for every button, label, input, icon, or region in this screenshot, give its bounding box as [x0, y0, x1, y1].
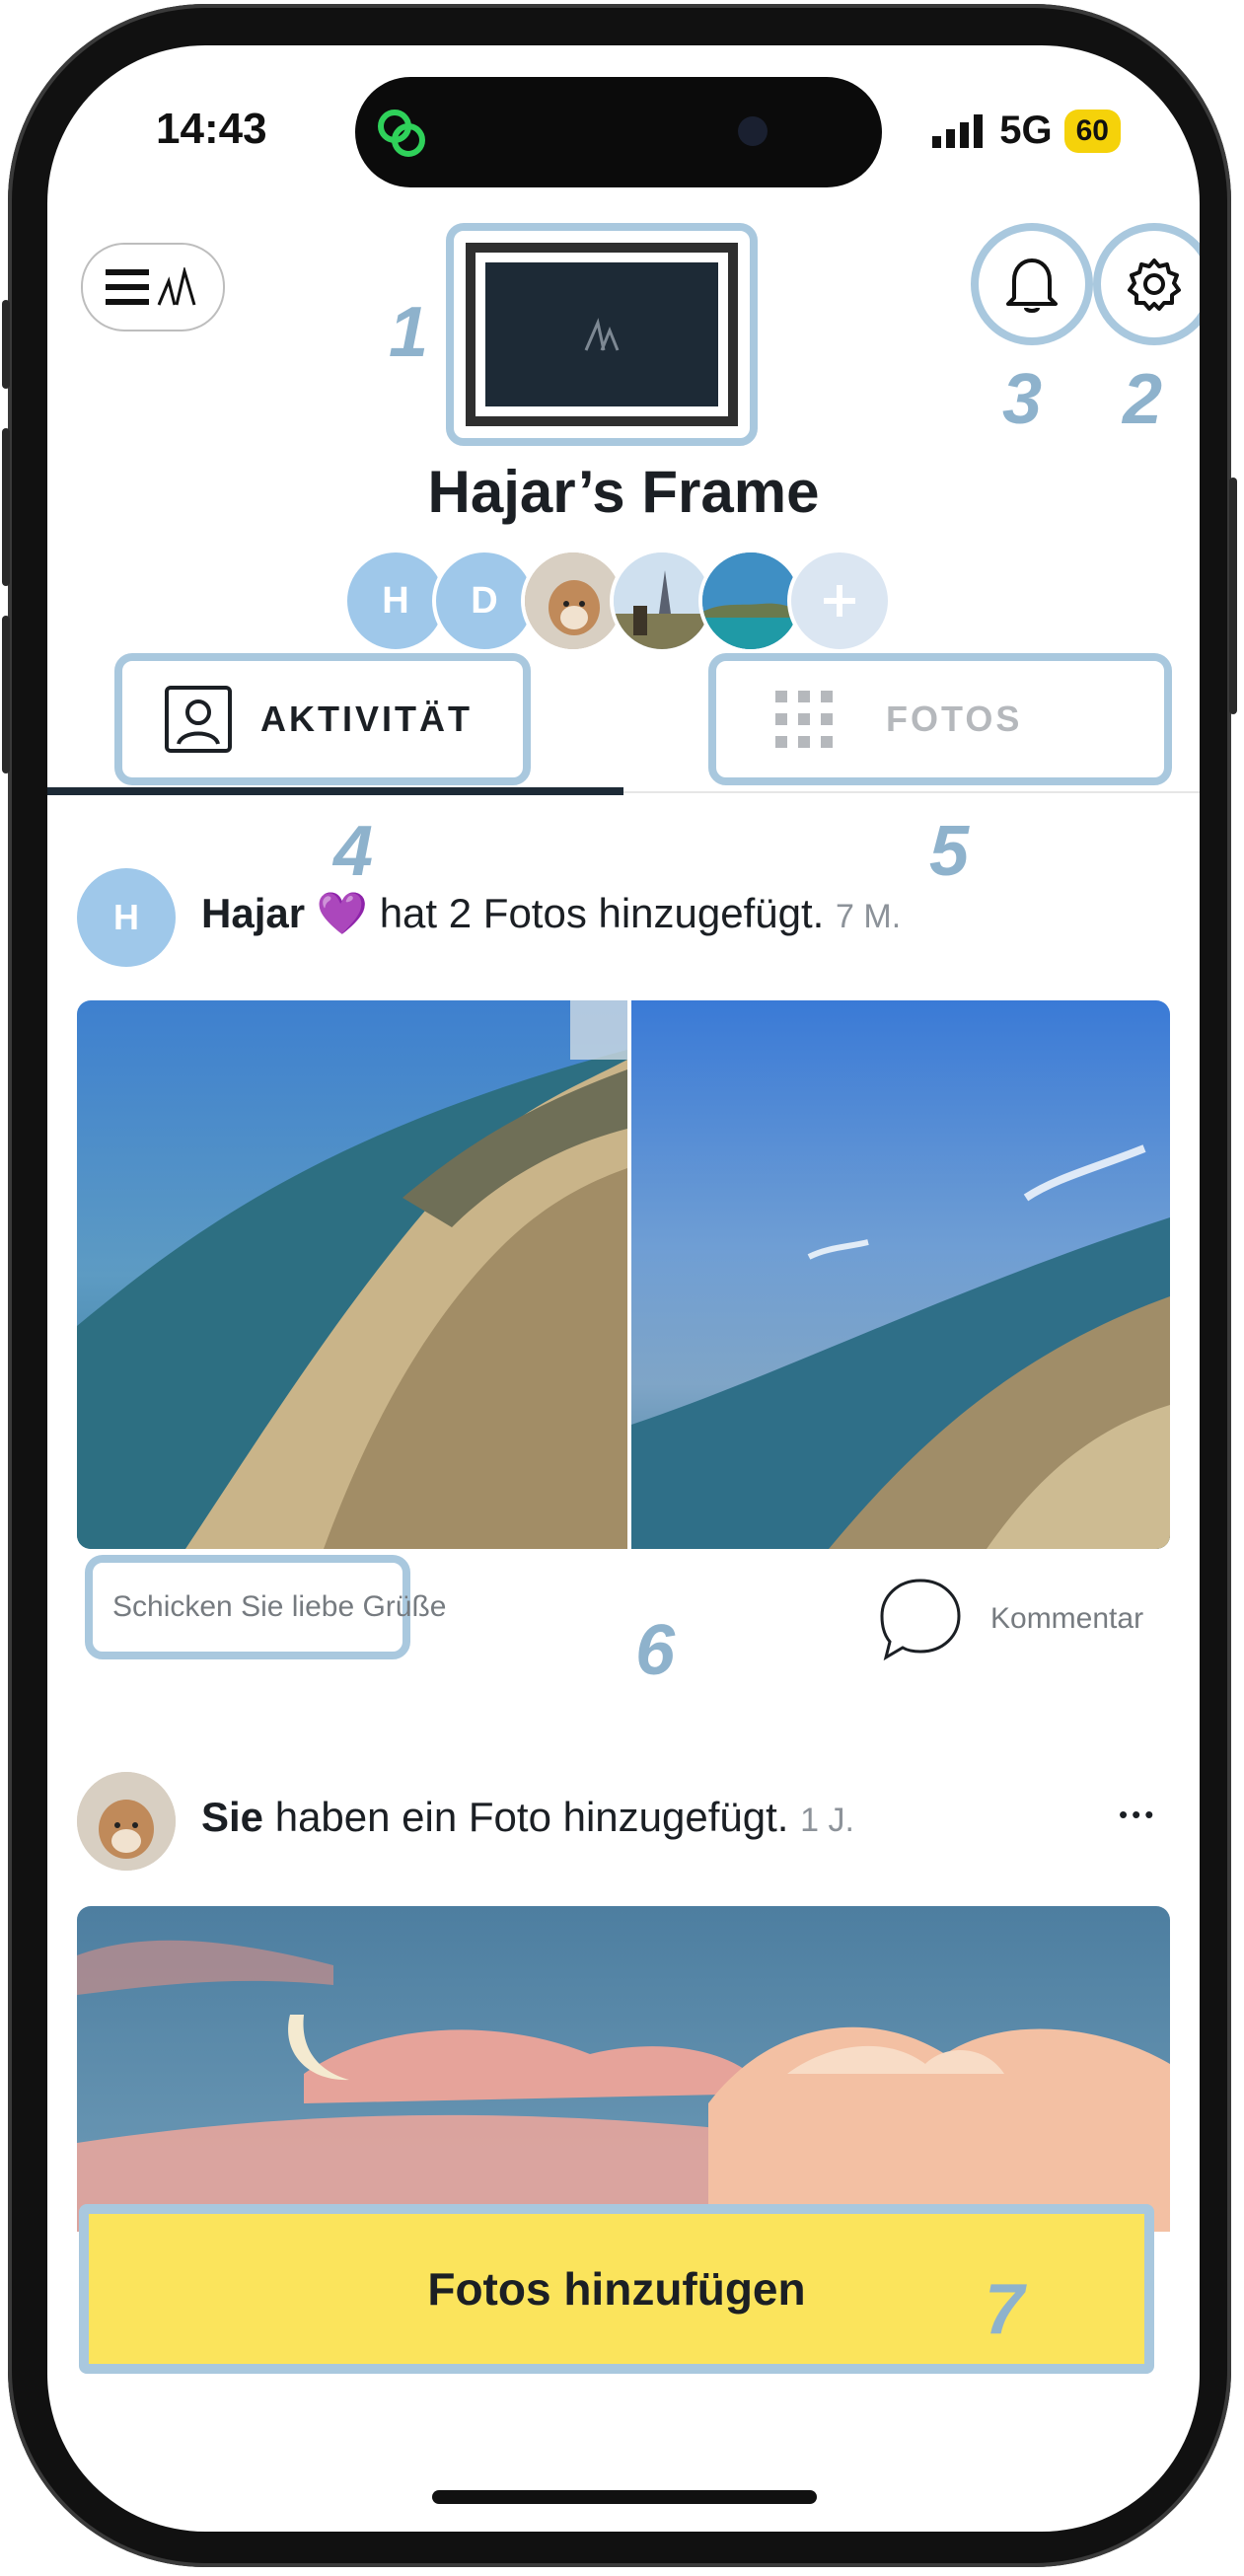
status-time: 14:43	[156, 105, 267, 153]
annotation-1: 1	[389, 293, 429, 372]
bell-icon	[1006, 258, 1058, 313]
member-initial: H	[382, 579, 409, 622]
comment-icon	[880, 1579, 961, 1661]
activity-text: haben ein Foto hinzugefügt.	[274, 1794, 789, 1840]
sky-clouds-moon-photo	[77, 1906, 1170, 2232]
frame-title: Hajar’s Frame	[427, 459, 820, 525]
mute-switch	[2, 300, 10, 389]
dynamic-island	[355, 77, 882, 187]
tab-active-indicator	[47, 787, 623, 795]
volume-up-button	[2, 428, 10, 586]
activity-text: hat 2 Fotos hinzugefügt.	[379, 890, 825, 936]
comment-label: Kommentar	[990, 1602, 1144, 1635]
annotation-7: 7	[985, 2270, 1025, 2349]
add-photos-button-inner: Fotos hinzufügen	[99, 2224, 1134, 2354]
author-avatar[interactable]: H	[77, 868, 176, 967]
aerial-coast-photo-1	[77, 1000, 627, 1549]
frame-logo-icon	[584, 318, 620, 351]
feed-item-header: Hajar 💜 hat 2 Fotos hinzugefügt. 7 M.	[201, 890, 901, 938]
activity-time: 7 M.	[836, 898, 902, 935]
status-right: 5G 60	[932, 109, 1121, 153]
logo-icon	[157, 267, 196, 306]
send-love-label: Schicken Sie liebe Grüße	[112, 1590, 447, 1623]
add-photos-label: Fotos hinzufügen	[427, 2263, 806, 2315]
paris-photo	[614, 552, 710, 649]
tab-activity[interactable]: AKTIVITÄT	[136, 675, 511, 764]
add-member-button[interactable]	[787, 549, 892, 653]
author-initial: H	[113, 897, 139, 937]
member-initial: D	[471, 579, 498, 622]
gear-icon	[1128, 258, 1181, 311]
send-love-button[interactable]: Schicken Sie liebe Grüße	[95, 1565, 447, 1650]
network-type: 5G	[999, 109, 1053, 152]
plus-icon	[824, 585, 855, 617]
home-indicator[interactable]	[432, 2490, 817, 2504]
more-options-button[interactable]: •••	[1119, 1800, 1157, 1830]
feed-photo-2[interactable]	[631, 1000, 1170, 1549]
hamburger-icon	[106, 269, 149, 305]
author-name[interactable]: Sie	[201, 1794, 263, 1840]
person-icon	[165, 686, 232, 753]
feed-photo-3[interactable]	[77, 1906, 1170, 2232]
feed-item-header-2: Sie haben ein Foto hinzugefügt. 1 J.	[201, 1794, 854, 1841]
dog-photo	[77, 1772, 176, 1871]
activity-time: 1 J.	[800, 1802, 854, 1839]
app-screen: 14:43 5G 60 1 3 2 Hajar’s Frame H D AKTI…	[47, 45, 1200, 2532]
tab-activity-label: AKTIVITÄT	[260, 699, 473, 739]
volume-down-button	[2, 616, 10, 773]
tab-photos-label: FOTOS	[886, 699, 1023, 739]
dog-photo	[525, 552, 622, 649]
author-avatar-sie[interactable]	[77, 1772, 176, 1871]
tab-photos[interactable]: FOTOS	[728, 675, 1152, 764]
notifications-button[interactable]	[971, 223, 1093, 345]
frame-thumbnail[interactable]	[466, 243, 738, 426]
battery-level: 60	[1063, 109, 1121, 153]
grid-icon	[775, 691, 833, 748]
annotation-4: 4	[333, 812, 374, 891]
comment-button[interactable]: Kommentar	[876, 1575, 1143, 1663]
settings-button[interactable]	[1093, 223, 1200, 345]
author-name[interactable]: Hajar	[201, 890, 305, 936]
camera-icon	[738, 116, 768, 146]
sea-photo	[702, 552, 799, 649]
menu-button[interactable]	[81, 243, 225, 331]
feed-photo-1[interactable]	[77, 1000, 627, 1549]
link-icon	[378, 110, 425, 157]
phone-frame: 14:43 5G 60 1 3 2 Hajar’s Frame H D AKTI…	[2, 4, 1237, 2567]
signal-icon	[932, 113, 984, 148]
aerial-coast-photo-2	[631, 1000, 1170, 1549]
heart-emoji: 💜	[316, 890, 369, 936]
power-button	[1229, 478, 1237, 714]
annotation-5: 5	[929, 812, 970, 891]
annotation-3: 3	[1002, 360, 1043, 439]
annotation-2: 2	[1123, 360, 1163, 439]
annotation-6: 6	[635, 1611, 676, 1690]
